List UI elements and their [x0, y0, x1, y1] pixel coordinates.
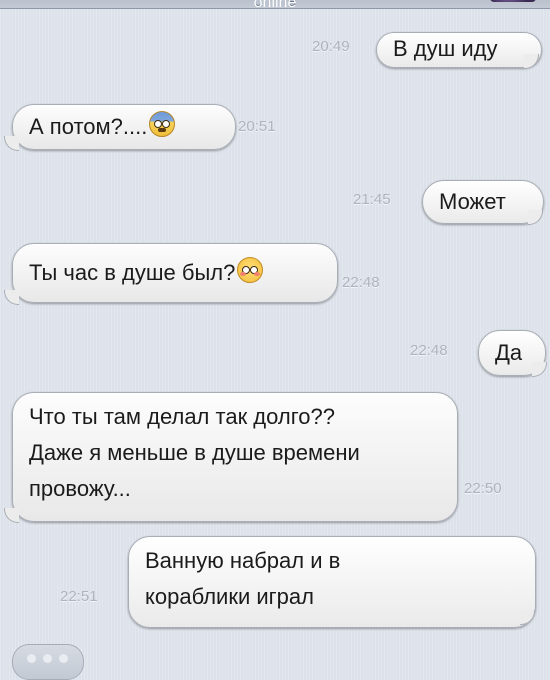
contact-avatar[interactable]: [490, 0, 536, 2]
message-text: А потом?....: [29, 114, 148, 139]
message-timestamp: 20:49: [312, 38, 350, 55]
bubble-tail: [528, 210, 543, 225]
fearful-face-icon: [149, 111, 176, 137]
flushed-face-icon: [237, 257, 264, 283]
message-text-line: Ванную набрал и в: [145, 548, 341, 573]
bubble-tail: [4, 136, 19, 151]
bubble-tail: [4, 290, 19, 305]
message-text: В душ иду: [393, 36, 498, 61]
message-text: Может: [439, 189, 506, 214]
message-timestamp: 21:45: [353, 191, 391, 208]
typing-dot-icon: [27, 654, 36, 663]
bubble-tail: [520, 610, 535, 625]
message-text-line: Что ты там делал так долго??: [29, 404, 335, 429]
typing-indicator: [12, 644, 84, 680]
contact-status: online: [0, 0, 550, 8]
typing-dot-icon: [43, 654, 52, 663]
message-timestamp: 22:51: [60, 588, 98, 605]
message-bubble-outgoing[interactable]: Ванную набрал и в кораблики играл: [128, 536, 536, 628]
message-bubble-outgoing[interactable]: Может: [422, 180, 544, 224]
message-bubble-incoming[interactable]: Что ты там делал так долго?? Даже я мень…: [12, 392, 458, 522]
bubble-tail: [4, 508, 19, 523]
message-bubble-incoming[interactable]: А потом?....: [12, 104, 236, 150]
message-text: Да: [495, 340, 523, 365]
message-timestamp: 20:51: [238, 118, 276, 135]
message-text-line: кораблики играл: [145, 584, 314, 609]
message-timestamp: 22:50: [464, 480, 502, 497]
navigation-bar: online: [0, 0, 550, 9]
message-text-line: Даже я меньше в душе времени: [29, 440, 360, 465]
message-text: Ты час в душе был?: [29, 260, 236, 285]
bubble-tail: [532, 362, 547, 377]
bubble-tail: [524, 54, 539, 69]
message-timestamp: 22:48: [342, 274, 380, 291]
message-text-line: провожу...: [29, 476, 131, 501]
message-bubble-outgoing[interactable]: В душ иду: [376, 32, 542, 68]
typing-dot-icon: [59, 654, 68, 663]
message-bubble-incoming[interactable]: Ты час в душе был?: [12, 243, 338, 303]
message-timestamp: 22:48: [410, 342, 448, 359]
